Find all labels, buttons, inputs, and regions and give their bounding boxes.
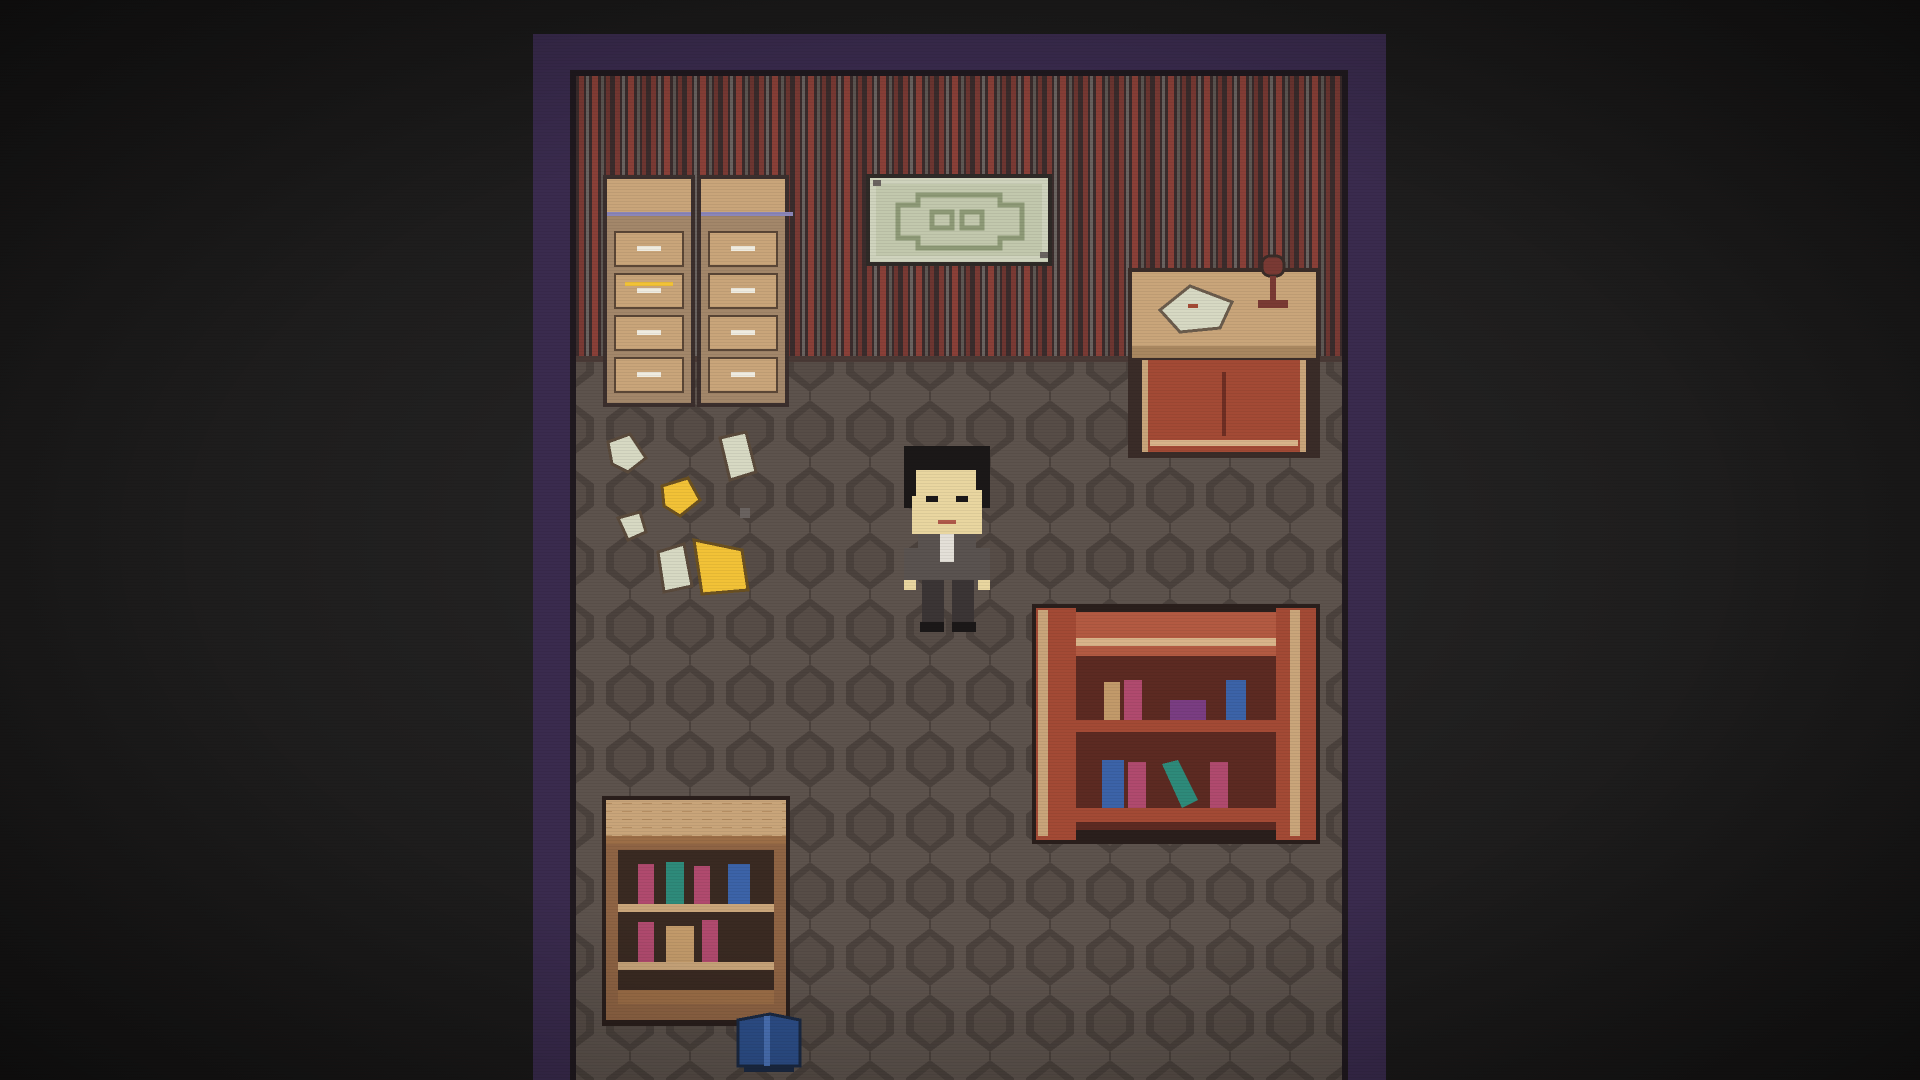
bookshelf-right[interactable] xyxy=(1032,604,1320,844)
bookshelf-small[interactable] xyxy=(602,796,790,1026)
wall-map[interactable] xyxy=(866,174,1052,266)
desk-with-lamp[interactable] xyxy=(1128,254,1320,458)
filing-cabinet-right[interactable] xyxy=(697,175,793,407)
filing-cabinet-left[interactable] xyxy=(603,175,695,407)
game-screen xyxy=(0,0,1920,1080)
game-viewport[interactable] xyxy=(0,0,1920,1080)
door-mat[interactable] xyxy=(736,1012,802,1072)
